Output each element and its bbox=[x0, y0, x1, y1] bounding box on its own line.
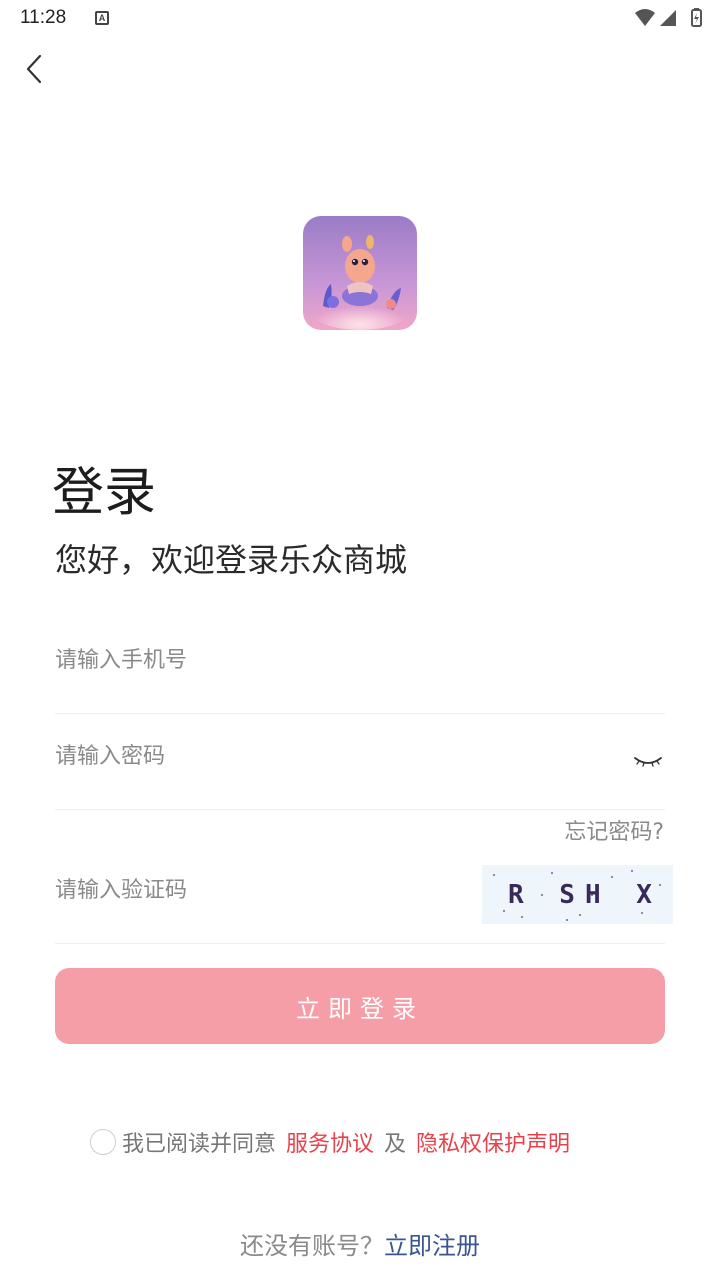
status-icons bbox=[635, 8, 702, 27]
phone-input[interactable] bbox=[55, 640, 475, 680]
page-title: 登录 bbox=[52, 463, 157, 523]
captcha-image[interactable]: R SH X bbox=[482, 865, 673, 924]
agreement-row: 我已阅读并同意 服务协议 及 隐私权保护声明 bbox=[90, 1124, 570, 1160]
captcha-input[interactable] bbox=[55, 870, 475, 910]
chevron-left-icon bbox=[26, 54, 42, 84]
register-prompt: 还没有账号？ bbox=[240, 1232, 384, 1260]
service-agreement-link[interactable]: 服务协议 bbox=[286, 1126, 374, 1158]
eye-closed-icon[interactable] bbox=[633, 750, 663, 772]
app-logo bbox=[303, 216, 417, 330]
agreement-checkbox[interactable] bbox=[90, 1129, 116, 1155]
wifi-icon bbox=[635, 9, 655, 26]
welcome-subtitle: 您好，欢迎登录乐众商城 bbox=[55, 541, 408, 579]
password-field bbox=[55, 736, 665, 810]
signal-icon bbox=[660, 10, 676, 26]
login-button[interactable]: 立即登录 bbox=[55, 968, 665, 1044]
register-link[interactable]: 立即注册 bbox=[384, 1232, 480, 1260]
status-bar: 11:28 A bbox=[0, 0, 720, 38]
forgot-password-link[interactable]: 忘记密码? bbox=[564, 814, 664, 846]
privacy-policy-link[interactable]: 隐私权保护声明 bbox=[416, 1126, 570, 1158]
register-row: 还没有账号？立即注册 bbox=[0, 1226, 720, 1261]
notification-icon: A bbox=[95, 11, 109, 25]
phone-field bbox=[55, 640, 665, 714]
password-input[interactable] bbox=[55, 736, 475, 776]
back-button[interactable] bbox=[16, 50, 52, 88]
captcha-text: R SH X bbox=[508, 880, 662, 910]
agreement-text: 我已阅读并同意 bbox=[122, 1132, 277, 1157]
status-time: 11:28 bbox=[20, 7, 67, 28]
agreement-separator: 及 bbox=[384, 1132, 407, 1157]
